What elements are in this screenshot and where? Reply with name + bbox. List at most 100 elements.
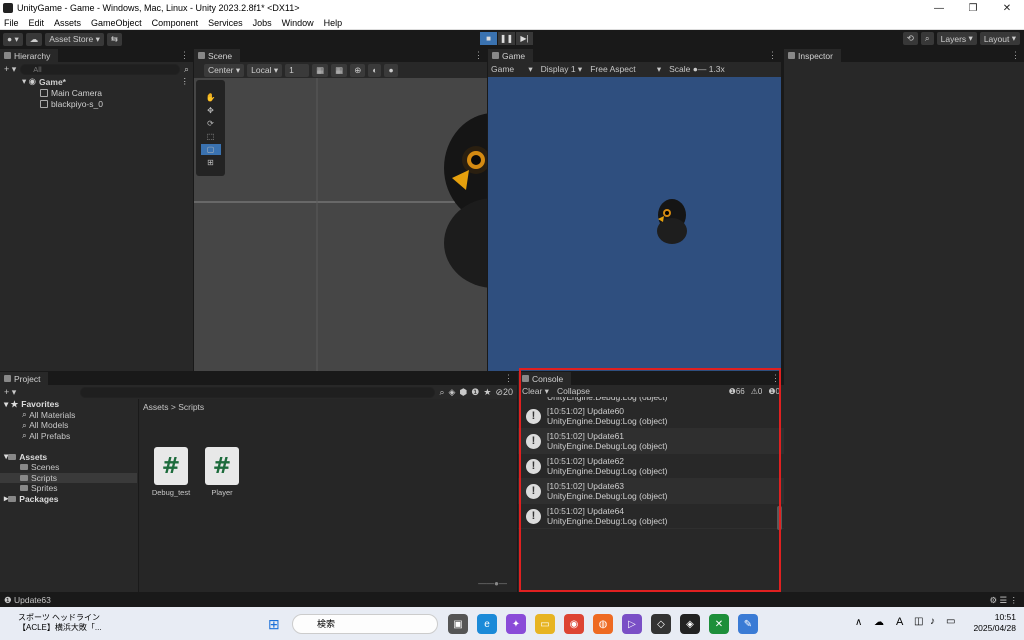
type-filter-icon[interactable]: ◈	[449, 387, 456, 398]
unity-icon[interactable]: ◈	[680, 614, 700, 634]
chrome-icon[interactable]: ◉	[564, 614, 584, 634]
pivot-dropdown[interactable]: Center ▾	[204, 63, 245, 77]
hierarchy-item[interactable]: Main Camera	[0, 87, 193, 98]
search-options-icon[interactable]: ⌕	[184, 64, 189, 75]
rect-tool-icon[interactable]: ▢	[200, 144, 221, 155]
taskbar-search-input[interactable]: 検索	[292, 614, 438, 634]
play-button[interactable]: ■	[480, 32, 497, 45]
menu-assets[interactable]: Assets	[54, 18, 81, 28]
layout-dropdown[interactable]: Layout ▾	[979, 32, 1020, 45]
label-filter-icon[interactable]: ⬢	[459, 387, 467, 398]
favorite-item[interactable]: ⌕ All Models	[0, 420, 137, 431]
packages-header[interactable]: ▸ Packages	[0, 493, 137, 505]
rotate-tool-icon[interactable]: ⟳	[201, 118, 221, 129]
ime-indicator[interactable]: A	[896, 616, 903, 628]
aspect-dropdown[interactable]: Free Aspect ▾	[590, 64, 661, 75]
hierarchy-item[interactable]: blackpiyo-s_0	[0, 98, 193, 109]
volume-icon[interactable]: ♪	[930, 616, 935, 627]
script-file[interactable]: # Player	[197, 447, 247, 497]
menu-component[interactable]: Component	[152, 18, 199, 28]
panel-menu-icon[interactable]: ⋮	[1011, 49, 1024, 62]
info-icon[interactable]: ❶	[471, 387, 479, 398]
network-icon[interactable]: ◫	[914, 616, 923, 627]
minimize-button[interactable]: —	[922, 3, 956, 14]
copilot-icon[interactable]: ✦	[506, 614, 526, 634]
shading-icon[interactable]: ◐	[368, 63, 382, 77]
layers-dropdown[interactable]: Layers ▾	[936, 32, 977, 45]
scene-menu-icon[interactable]: ⋮	[181, 76, 194, 87]
script-file[interactable]: # Debug_test	[146, 447, 196, 497]
maximize-button[interactable]: ❐	[956, 3, 990, 14]
menu-edit[interactable]: Edit	[29, 18, 45, 28]
transform-tool-icon[interactable]: ⊞	[201, 157, 221, 168]
game-viewport[interactable]	[488, 77, 781, 371]
asset-store-button[interactable]: Asset Store ▾	[45, 32, 104, 46]
favorite-item[interactable]: ⌕ All Materials	[0, 409, 137, 421]
hand-tool-icon[interactable]: ✋	[201, 92, 221, 103]
news-widget[interactable]: スポーツ ヘッドライン 【ACLE】横浜大敗「...	[18, 613, 102, 633]
account-button[interactable]: ● ▾	[3, 32, 23, 46]
scene-row[interactable]: ▾ ◉ Game* ⋮	[0, 76, 193, 87]
edge-icon[interactable]: e	[477, 614, 497, 634]
task-view-icon[interactable]: ▣	[448, 614, 468, 634]
unity-hub-icon[interactable]: ◇	[651, 614, 671, 634]
add-button[interactable]: + ▾	[4, 64, 16, 75]
menu-services[interactable]: Services	[208, 18, 243, 28]
menu-jobs[interactable]: Jobs	[253, 18, 272, 28]
panel-menu-icon[interactable]: ⋮	[474, 49, 487, 62]
tab-inspector[interactable]: Inspector	[784, 49, 841, 62]
search-icon[interactable]: ⌕	[920, 32, 934, 45]
grid-snap-field[interactable]: 1	[285, 63, 310, 77]
search-filter-icon[interactable]: ⌕	[439, 387, 444, 398]
panel-menu-icon[interactable]: ⋮	[180, 49, 193, 62]
display-dropdown[interactable]: Display 1 ▾	[541, 64, 583, 75]
onedrive-icon[interactable]: ☁	[874, 617, 884, 628]
step-button[interactable]: ▶|	[516, 32, 533, 45]
panel-menu-icon[interactable]: ⋮	[504, 372, 517, 385]
space-dropdown[interactable]: Local ▾	[247, 63, 283, 77]
start-icon[interactable]: ⊞	[268, 616, 280, 633]
assets-header[interactable]: ▾ Assets	[0, 451, 137, 463]
scale-slider[interactable]: Scale ●— 1.3x	[669, 64, 725, 74]
icon-size-slider[interactable]: ——●—	[478, 579, 507, 588]
favorites-header[interactable]: ▾ ★ Favorites	[0, 399, 137, 410]
breadcrumb[interactable]: Assets > Scripts	[139, 399, 517, 415]
folder-item[interactable]: Scripts	[0, 472, 137, 483]
sphere-icon[interactable]: ●	[384, 63, 398, 77]
xbox-icon[interactable]: ✕	[709, 614, 729, 634]
menu-gameobject[interactable]: GameObject	[91, 18, 142, 28]
scale-tool-icon[interactable]: ⬚	[201, 131, 221, 142]
snap-icon[interactable]: ▦	[331, 63, 348, 77]
tab-scene[interactable]: Scene	[194, 49, 241, 62]
grid-icon[interactable]: ▦	[312, 63, 329, 77]
scene-viewport[interactable]: ✋ ✥ ⟳ ⬚ ▢ ⊞	[194, 78, 487, 371]
hidden-count[interactable]: ⊘20	[495, 387, 513, 398]
menu-window[interactable]: Window	[282, 18, 314, 28]
move-tool-icon[interactable]: ✥	[201, 105, 221, 116]
status-icons[interactable]: ⚙ ☰ ⋮	[990, 595, 1024, 606]
file-explorer-icon[interactable]: ▭	[535, 614, 555, 634]
panel-menu-icon[interactable]: ⋮	[768, 49, 781, 62]
menu-file[interactable]: File	[4, 18, 19, 28]
project-search-input[interactable]	[80, 386, 436, 398]
tab-hierarchy[interactable]: Hierarchy	[0, 49, 59, 62]
firefox-icon[interactable]: ◍	[593, 614, 613, 634]
close-button[interactable]: ✕	[990, 3, 1024, 14]
folder-item[interactable]: Sprites	[0, 483, 137, 494]
app-icon[interactable]: ✎	[738, 614, 758, 634]
favorite-item[interactable]: ⌕ All Prefabs	[0, 430, 137, 442]
globe-icon[interactable]: ⊕	[350, 63, 366, 77]
menu-help[interactable]: Help	[324, 18, 343, 28]
tab-game[interactable]: Game	[488, 49, 534, 62]
create-button[interactable]: + ▾	[4, 387, 16, 398]
cloud-icon[interactable]: ☁	[25, 32, 43, 46]
history-icon[interactable]: ⟲	[902, 32, 918, 45]
clock[interactable]: 10:51 2025/04/28	[973, 612, 1016, 634]
tray-chevron-icon[interactable]: ∧	[855, 617, 862, 628]
visual-studio-icon[interactable]: ▷	[622, 614, 642, 634]
game-mode-dropdown[interactable]: Game ▾	[491, 64, 533, 75]
tab-project[interactable]: Project	[0, 372, 49, 385]
folder-item[interactable]: Scenes	[0, 462, 137, 473]
hierarchy-search-input[interactable]: All	[20, 63, 180, 75]
version-control-icon[interactable]: ⇆	[106, 32, 122, 46]
